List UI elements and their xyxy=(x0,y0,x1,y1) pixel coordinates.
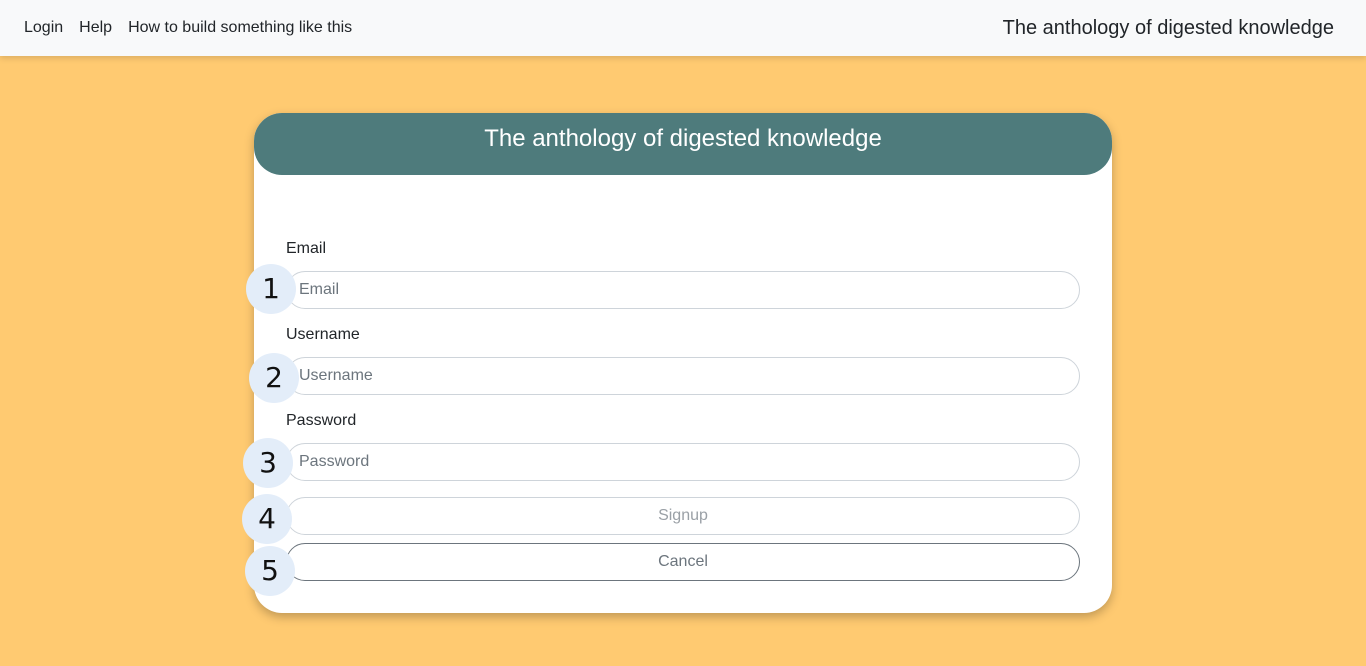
marker-badge-4: 4 xyxy=(242,494,292,544)
nav-how-to-build-link[interactable]: How to build something like this xyxy=(120,19,360,37)
nav-login-link[interactable]: Login xyxy=(16,19,71,37)
marker-badge-1: 1 xyxy=(246,264,296,314)
username-label: Username xyxy=(286,326,360,343)
marker-badge-5: 5 xyxy=(245,546,295,596)
card-title: The anthology of digested knowledge xyxy=(254,113,1112,175)
top-navbar: Login Help How to build something like t… xyxy=(0,0,1366,56)
username-field[interactable] xyxy=(286,357,1080,395)
navbar-brand[interactable]: The anthology of digested knowledge xyxy=(1003,0,1334,56)
email-label: Email xyxy=(286,240,327,257)
marker-badge-3: 3 xyxy=(243,438,293,488)
password-field[interactable] xyxy=(286,443,1080,481)
marker-badge-2: 2 xyxy=(249,353,299,403)
signup-card: The anthology of digested knowledge Emai… xyxy=(254,113,1112,613)
email-field[interactable] xyxy=(286,271,1080,309)
signup-button[interactable]: Signup xyxy=(286,497,1080,535)
nav-help-link[interactable]: Help xyxy=(71,19,120,37)
password-label: Password xyxy=(286,412,357,429)
nav-links: Login Help How to build something like t… xyxy=(16,0,360,56)
cancel-button[interactable]: Cancel xyxy=(286,543,1080,581)
